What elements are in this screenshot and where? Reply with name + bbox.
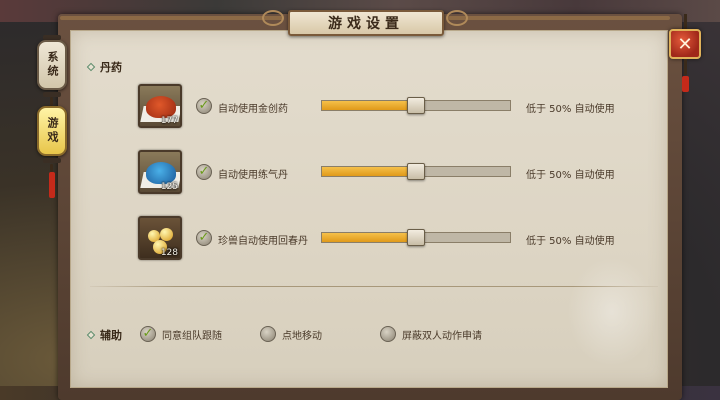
section-pills-heading: 丹药	[86, 59, 122, 75]
label-auto-lianqi: 自动使用练气丹	[218, 170, 288, 181]
section-pills-title: 丹药	[100, 61, 122, 74]
section-assist-title: 辅助	[100, 329, 122, 342]
option-team-follow[interactable]: 同意组队跟随	[140, 326, 222, 342]
checkbox-auto-lianqi[interactable]	[196, 164, 212, 180]
golden-pill-icon	[160, 228, 173, 241]
slider-fill	[322, 167, 416, 176]
checkbox-auto-jinchuang[interactable]	[196, 98, 212, 114]
item-jinchuang-icon[interactable]: 177	[138, 84, 182, 128]
checkbox-click-move[interactable]	[260, 326, 276, 342]
tab-system[interactable]: 系统	[37, 40, 67, 90]
lantern-cap-bottom	[43, 158, 61, 163]
slider-fill	[322, 101, 416, 110]
slider-huichun[interactable]	[321, 229, 511, 246]
option-click-move[interactable]: 点地移动	[260, 326, 322, 342]
tab-game[interactable]: 游戏	[37, 106, 67, 156]
slider-lianqi[interactable]	[321, 163, 511, 180]
threshold-jinchuang: 低于 50% 自动使用	[526, 104, 615, 115]
item-count: 128	[160, 248, 178, 258]
diamond-bullet-icon	[86, 62, 96, 72]
close-tassel-icon	[682, 76, 689, 92]
slider-fill	[322, 233, 416, 242]
item-count: 125	[160, 182, 178, 192]
close-button[interactable]: ✕	[669, 29, 701, 59]
checkbox-pet-huichun[interactable]	[196, 230, 212, 246]
tab-game-label: 游戏	[46, 117, 59, 145]
option-block-duo-action[interactable]: 屏蔽双人动作申请	[380, 326, 482, 342]
item-huichun-icon[interactable]: 128	[138, 216, 182, 260]
item-count: 177	[160, 116, 178, 126]
label-team-follow: 同意组队跟随	[162, 330, 222, 342]
title-knot-right-icon	[446, 10, 468, 26]
threshold-huichun: 低于 50% 自动使用	[526, 236, 615, 247]
red-powder-icon	[146, 96, 176, 118]
slider-thumb[interactable]	[407, 229, 425, 246]
title-ornament-right	[448, 16, 670, 20]
label-click-move: 点地移动	[282, 330, 322, 342]
threshold-lianqi: 低于 50% 自动使用	[526, 170, 615, 181]
label-block-duo-action: 屏蔽双人动作申请	[402, 330, 482, 342]
item-lianqi-icon[interactable]: 125	[138, 150, 182, 194]
lantern-tassel-icon	[49, 172, 55, 198]
title-knot-left-icon	[262, 10, 284, 26]
close-cord-lower	[684, 59, 687, 75]
tab-system-label: 系统	[46, 51, 59, 79]
checkbox-block-duo-action[interactable]	[380, 326, 396, 342]
title-ornament-left	[60, 16, 284, 20]
slider-thumb[interactable]	[407, 97, 425, 114]
section-assist-heading: 辅助	[86, 327, 122, 343]
blue-powder-icon	[146, 162, 176, 184]
checkbox-team-follow[interactable]	[140, 326, 156, 342]
lantern-cord	[50, 97, 53, 106]
slider-jinchuang[interactable]	[321, 97, 511, 114]
lantern-cord-lower	[50, 164, 53, 172]
close-icon: ✕	[677, 33, 693, 55]
section-divider	[90, 286, 658, 287]
diamond-bullet-icon	[86, 330, 96, 340]
window-title: 游戏设置	[328, 16, 404, 32]
label-auto-jinchuang: 自动使用金创药	[218, 104, 288, 115]
label-pet-huichun: 珍兽自动使用回春丹	[218, 236, 308, 247]
window-title-plaque: 游戏设置	[288, 10, 444, 36]
slider-thumb[interactable]	[407, 163, 425, 180]
close-cord	[684, 14, 687, 30]
